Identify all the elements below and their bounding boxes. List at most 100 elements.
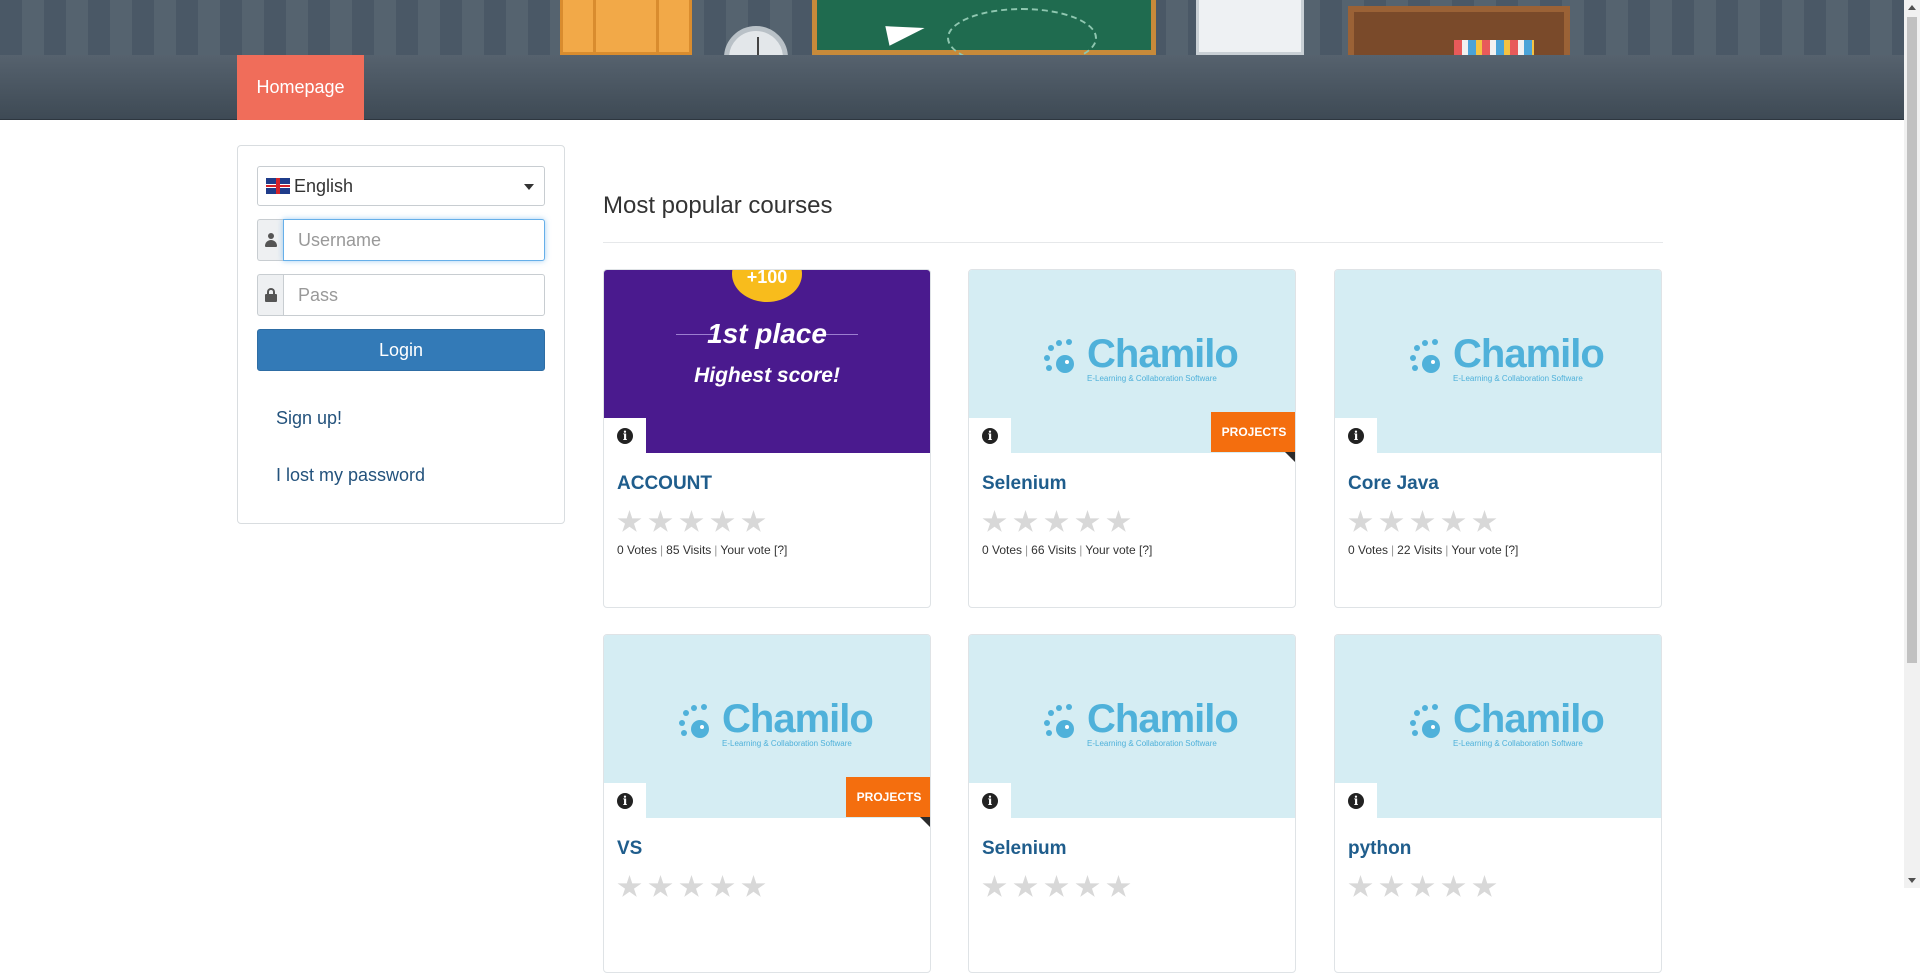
star-icon[interactable] xyxy=(1410,510,1435,532)
login-panel: English Login Sign up! I lost my passwor… xyxy=(237,145,565,524)
star-icon[interactable] xyxy=(982,875,1007,897)
star-icon[interactable] xyxy=(648,510,673,532)
password-addon xyxy=(257,274,283,316)
star-icon[interactable] xyxy=(1075,875,1100,897)
logo-text: Chamilo xyxy=(722,697,874,741)
course-title[interactable]: python xyxy=(1348,838,1411,860)
your-vote-link[interactable]: Your vote [?] xyxy=(1451,543,1518,557)
username-input[interactable] xyxy=(283,219,545,261)
chamilo-logo: Chamilo E-Learning & Collaboration Softw… xyxy=(1409,697,1605,748)
course-info-button[interactable]: i xyxy=(604,418,646,453)
star-icon[interactable] xyxy=(710,510,735,532)
star-icon[interactable] xyxy=(617,510,642,532)
course-image[interactable]: Chamilo E-Learning & Collaboration Softw… xyxy=(1335,635,1661,818)
star-icon[interactable] xyxy=(1379,875,1404,897)
logo-text: Chamilo xyxy=(1453,332,1605,376)
star-icon[interactable] xyxy=(679,875,704,897)
star-icon[interactable] xyxy=(648,875,673,897)
logo-tagline: E-Learning & Collaboration Software xyxy=(1453,739,1583,748)
projects-ribbon: PROJECTS xyxy=(1211,412,1295,452)
star-icon[interactable] xyxy=(1379,510,1404,532)
star-icon[interactable] xyxy=(1044,875,1069,897)
chalkboard-illustration xyxy=(812,0,1156,55)
logo-text: Chamilo xyxy=(1087,697,1239,741)
course-stats: 0 Votes | 66 Visits | Your vote [?] xyxy=(982,543,1153,557)
vertical-scrollbar[interactable] xyxy=(1904,0,1920,888)
scroll-down-icon[interactable] xyxy=(1908,878,1916,883)
star-icon[interactable] xyxy=(1441,875,1466,897)
scroll-up-icon[interactable] xyxy=(1908,5,1916,10)
chamilo-logo: Chamilo E-Learning & Collaboration Softw… xyxy=(1409,332,1605,383)
login-button[interactable]: Login xyxy=(257,329,545,371)
section-title: Most popular courses xyxy=(603,192,833,219)
promo-place-text: 1st place xyxy=(707,318,827,349)
course-info-button[interactable]: i xyxy=(604,783,646,818)
star-icon[interactable] xyxy=(741,875,766,897)
logo-text: Chamilo xyxy=(1087,332,1239,376)
star-icon[interactable] xyxy=(1106,875,1131,897)
info-icon: i xyxy=(1348,427,1364,444)
section-divider xyxy=(603,242,1663,243)
course-info-button[interactable]: i xyxy=(1335,783,1377,818)
logo-text: Chamilo xyxy=(1453,697,1605,741)
star-icon[interactable] xyxy=(1472,875,1497,897)
course-card: Chamilo E-Learning & Collaboration Softw… xyxy=(1334,269,1662,608)
rating-stars xyxy=(982,875,1131,899)
course-info-button[interactable]: i xyxy=(969,418,1011,453)
star-icon[interactable] xyxy=(617,875,642,897)
vote-count: 0 Votes xyxy=(982,543,1023,557)
password-group xyxy=(257,274,545,316)
course-info-button[interactable]: i xyxy=(969,783,1011,818)
header-banner xyxy=(0,0,1904,55)
course-image[interactable]: +100 1st place Highest score! xyxy=(604,270,930,453)
star-icon[interactable] xyxy=(1106,510,1131,532)
star-icon[interactable] xyxy=(1348,510,1373,532)
chevron-down-icon xyxy=(524,184,534,190)
uk-flag-icon xyxy=(266,178,290,194)
lost-password-link[interactable]: I lost my password xyxy=(276,465,425,486)
scrollbar-thumb[interactable] xyxy=(1907,17,1917,663)
star-icon[interactable] xyxy=(1013,875,1038,897)
info-icon: i xyxy=(1348,792,1364,809)
username-group xyxy=(257,219,545,261)
logo-tagline: E-Learning & Collaboration Software xyxy=(1453,374,1583,383)
nav-homepage-tab[interactable]: Homepage xyxy=(237,55,364,120)
star-icon[interactable] xyxy=(1472,510,1497,532)
star-icon[interactable] xyxy=(1348,875,1373,897)
star-icon[interactable] xyxy=(1075,510,1100,532)
paper-plane-icon xyxy=(885,18,927,46)
star-icon[interactable] xyxy=(679,510,704,532)
star-icon[interactable] xyxy=(710,875,735,897)
star-icon[interactable] xyxy=(1013,510,1038,532)
info-icon: i xyxy=(982,792,998,809)
rating-stars xyxy=(982,510,1131,534)
course-stats: 0 Votes | 85 Visits | Your vote [?] xyxy=(617,543,788,557)
printer-illustration xyxy=(1196,0,1304,55)
main-navbar: Homepage xyxy=(0,55,1904,120)
course-info-button[interactable]: i xyxy=(1335,418,1377,453)
promo-coin: +100 xyxy=(732,270,802,302)
star-icon[interactable] xyxy=(1441,510,1466,532)
course-title[interactable]: Selenium xyxy=(982,473,1066,495)
visit-count: 22 Visits xyxy=(1397,543,1443,557)
signup-link[interactable]: Sign up! xyxy=(276,408,342,429)
bookshelf-illustration xyxy=(1348,6,1570,55)
star-icon[interactable] xyxy=(741,510,766,532)
course-title[interactable]: Core Java xyxy=(1348,473,1439,495)
your-vote-link[interactable]: Your vote [?] xyxy=(1085,543,1152,557)
course-image[interactable]: Chamilo E-Learning & Collaboration Softw… xyxy=(1335,270,1661,453)
logo-tagline: E-Learning & Collaboration Software xyxy=(722,739,852,748)
vote-count: 0 Votes xyxy=(1348,543,1389,557)
course-stats: 0 Votes | 22 Visits | Your vote [?] xyxy=(1348,543,1519,557)
star-icon[interactable] xyxy=(982,510,1007,532)
course-title[interactable]: ACCOUNT xyxy=(617,473,712,495)
course-image[interactable]: Chamilo E-Learning & Collaboration Softw… xyxy=(969,635,1295,818)
logo-tagline: E-Learning & Collaboration Software xyxy=(1087,739,1217,748)
password-input[interactable] xyxy=(283,274,545,316)
star-icon[interactable] xyxy=(1410,875,1435,897)
course-title[interactable]: Selenium xyxy=(982,838,1066,860)
language-select[interactable]: English xyxy=(257,166,545,206)
star-icon[interactable] xyxy=(1044,510,1069,532)
your-vote-link[interactable]: Your vote [?] xyxy=(720,543,787,557)
course-title[interactable]: VS xyxy=(617,838,642,860)
